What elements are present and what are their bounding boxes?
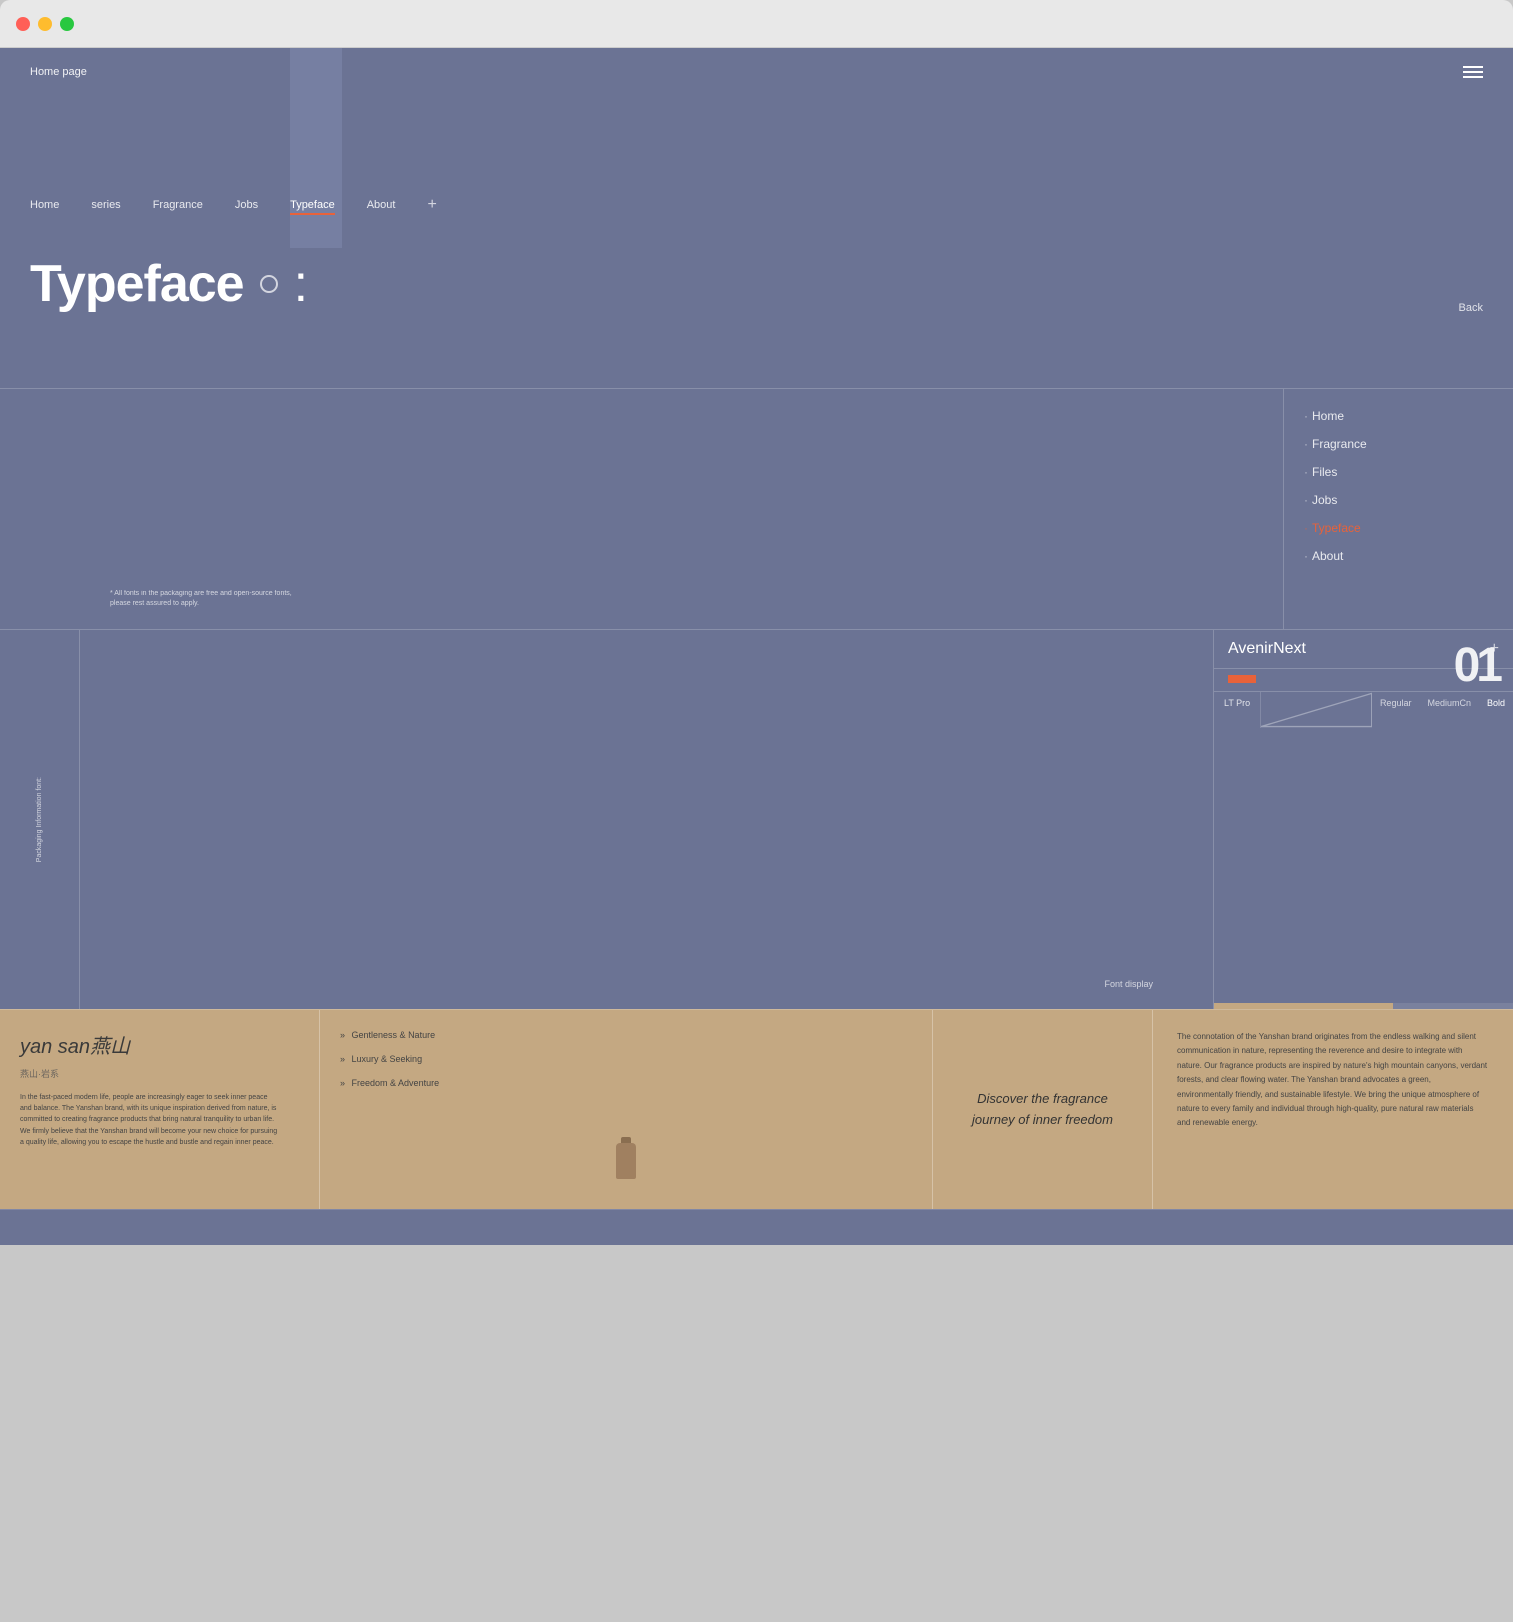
bottom-section: yan san燕山 燕山·岩系 In the fast-paced modern… bbox=[0, 1009, 1513, 1209]
right-menu: ·Home ·Fragrance ·Files ·Jobs ·Typeface … bbox=[1283, 389, 1513, 629]
title-circle-decoration bbox=[260, 275, 278, 293]
top-bar: Home page bbox=[0, 48, 1513, 96]
traffic-light-yellow[interactable] bbox=[38, 17, 52, 31]
page-title-word: Typeface bbox=[30, 254, 244, 314]
nav-item-typeface[interactable]: Typeface bbox=[290, 199, 335, 211]
menu-luxury: » Luxury & Seeking bbox=[340, 1054, 912, 1064]
bottle-icon-area bbox=[340, 1133, 912, 1189]
traffic-light-red[interactable] bbox=[16, 17, 30, 31]
font-weights: Regular MediumCn Bold bbox=[1372, 692, 1513, 728]
nav-bar: Home series Fragrance Jobs Typeface Abou… bbox=[0, 186, 1513, 224]
title-colon: : bbox=[294, 254, 307, 314]
homepage-label: Home page bbox=[30, 66, 87, 78]
nav-item-home[interactable]: Home bbox=[30, 199, 59, 211]
right-menu-item-about[interactable]: ·About bbox=[1304, 549, 1493, 563]
brand-title: yan san燕山 bbox=[20, 1030, 299, 1059]
hamburger-line-2 bbox=[1463, 71, 1483, 73]
nav-item-fragrance[interactable]: Fragrance bbox=[153, 199, 203, 211]
nav-plus-button[interactable]: + bbox=[427, 196, 436, 214]
left-content-area: * All fonts in the packaging are free an… bbox=[0, 389, 1283, 629]
browser-content: Home page Home series Fragrance Jobs Typ… bbox=[0, 48, 1513, 1245]
traffic-light-green[interactable] bbox=[60, 17, 74, 31]
brand-body-text: In the fast-paced modern life, people ar… bbox=[20, 1092, 280, 1148]
font-left-panel: Packaging Information font: bbox=[0, 630, 80, 1009]
brand-description: The connotation of the Yanshan brand ori… bbox=[1177, 1030, 1489, 1131]
progress-bar-fill bbox=[1214, 1003, 1393, 1009]
page-title-section: Typeface : Back bbox=[0, 224, 1513, 324]
footer-bar bbox=[0, 1209, 1513, 1245]
font-display-label: Font display bbox=[1104, 979, 1153, 989]
bottle-body bbox=[616, 1143, 636, 1179]
right-menu-item-fragrance[interactable]: ·Fragrance bbox=[1304, 437, 1493, 451]
bottom-center-panel: » Gentleness & Nature » Luxury & Seeking… bbox=[320, 1010, 933, 1209]
page-title: Typeface : bbox=[30, 254, 1483, 314]
brand-subtitle: 燕山·岩系 bbox=[20, 1067, 299, 1080]
hamburger-menu-icon[interactable] bbox=[1463, 66, 1483, 78]
nav-item-series[interactable]: series bbox=[91, 199, 120, 211]
nav-item-about[interactable]: About bbox=[367, 199, 396, 211]
right-menu-item-home[interactable]: ·Home bbox=[1304, 409, 1493, 423]
middle-section: * All fonts in the packaging are free an… bbox=[0, 388, 1513, 629]
font-section: Packaging Information font: Font display… bbox=[0, 629, 1513, 1009]
footnote-text: * All fonts in the packaging are free an… bbox=[110, 589, 292, 609]
progress-bar-container bbox=[1214, 1003, 1513, 1009]
packaging-label: Packaging Information font: bbox=[35, 777, 45, 862]
font-number: 01 bbox=[1454, 638, 1499, 693]
font-weight-regular[interactable]: Regular bbox=[1372, 692, 1420, 728]
font-right-panel: AvenirNext + 01 LT Pro Regular MediumCn … bbox=[1213, 630, 1513, 1009]
right-menu-item-typeface[interactable]: ·Typeface bbox=[1304, 521, 1493, 535]
font-weight-bold[interactable]: Bold bbox=[1479, 692, 1513, 728]
back-link[interactable]: Back bbox=[1459, 302, 1483, 314]
right-menu-item-files[interactable]: ·Files bbox=[1304, 465, 1493, 479]
font-center-display: Font display bbox=[80, 630, 1213, 1009]
font-name: AvenirNext bbox=[1228, 640, 1306, 658]
bottle-container bbox=[616, 1143, 636, 1179]
hamburger-line-3 bbox=[1463, 76, 1483, 78]
hamburger-line-1 bbox=[1463, 66, 1483, 68]
font-lt-pro[interactable]: LT Pro bbox=[1214, 692, 1261, 728]
top-section: Home page Home series Fragrance Jobs Typ… bbox=[0, 48, 1513, 388]
nav-item-jobs[interactable]: Jobs bbox=[235, 199, 258, 211]
triangle-graphic bbox=[1261, 692, 1372, 728]
menu-freedom: » Freedom & Adventure bbox=[340, 1078, 912, 1088]
orange-accent-bar bbox=[1228, 675, 1256, 683]
font-sub-bar: LT Pro Regular MediumCn Bold bbox=[1214, 691, 1513, 728]
right-menu-item-jobs[interactable]: ·Jobs bbox=[1304, 493, 1493, 507]
bottom-right-panel: The connotation of the Yanshan brand ori… bbox=[1153, 1010, 1513, 1209]
discover-text: Discover the fragrance journey of inner … bbox=[972, 1089, 1113, 1131]
bottom-left-panel: yan san燕山 燕山·岩系 In the fast-paced modern… bbox=[0, 1010, 320, 1209]
menu-gentleness: » Gentleness & Nature bbox=[340, 1030, 912, 1040]
font-weight-mediumcn[interactable]: MediumCn bbox=[1419, 692, 1479, 728]
browser-chrome bbox=[0, 0, 1513, 48]
bottom-center-right-panel: Discover the fragrance journey of inner … bbox=[933, 1010, 1153, 1209]
